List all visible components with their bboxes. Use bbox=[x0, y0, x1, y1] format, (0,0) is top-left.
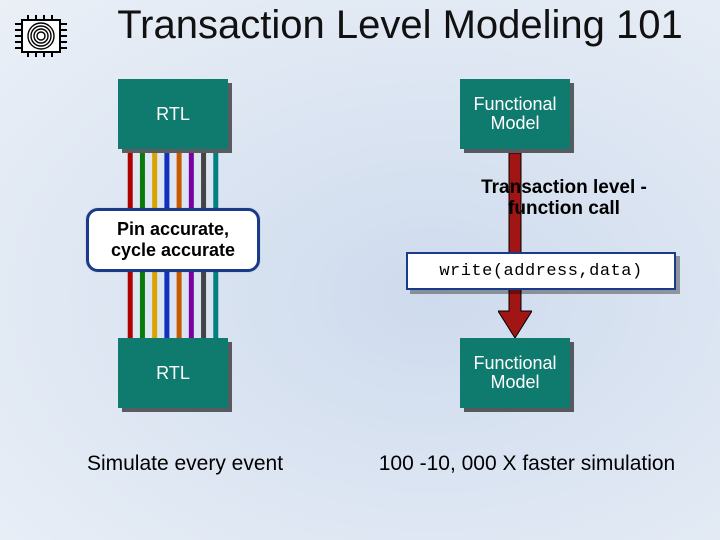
rtl-top-block: RTL bbox=[118, 79, 228, 149]
functional-top-label: Functional Model bbox=[464, 95, 566, 133]
rtl-top-label: RTL bbox=[156, 104, 190, 125]
pin-accurate-text: Pin accurate, cycle accurate bbox=[93, 219, 253, 261]
transaction-level-text: Transaction level - function call bbox=[481, 177, 647, 219]
function-call-codebox: write(address,data) bbox=[406, 252, 676, 290]
functional-bottom-block: Functional Model bbox=[460, 338, 570, 408]
pin-accurate-annotation: Pin accurate, cycle accurate bbox=[86, 208, 260, 272]
slide-title: Transaction Level Modeling 101 bbox=[100, 4, 700, 46]
slide-content: Transaction Level Modeling 101 RTL RTL F… bbox=[0, 0, 720, 540]
function-call-code: write(address,data) bbox=[439, 262, 642, 281]
rtl-bottom-block: RTL bbox=[118, 338, 228, 408]
left-caption: Simulate every event bbox=[70, 452, 300, 476]
transaction-level-annotation: Transaction level - function call bbox=[464, 178, 664, 220]
right-caption: 100 -10, 000 X faster simulation bbox=[372, 452, 682, 476]
rtl-bottom-label: RTL bbox=[156, 363, 190, 384]
chip-fingerprint-icon bbox=[12, 14, 70, 58]
functional-bottom-label: Functional Model bbox=[464, 354, 566, 392]
functional-top-block: Functional Model bbox=[460, 79, 570, 149]
